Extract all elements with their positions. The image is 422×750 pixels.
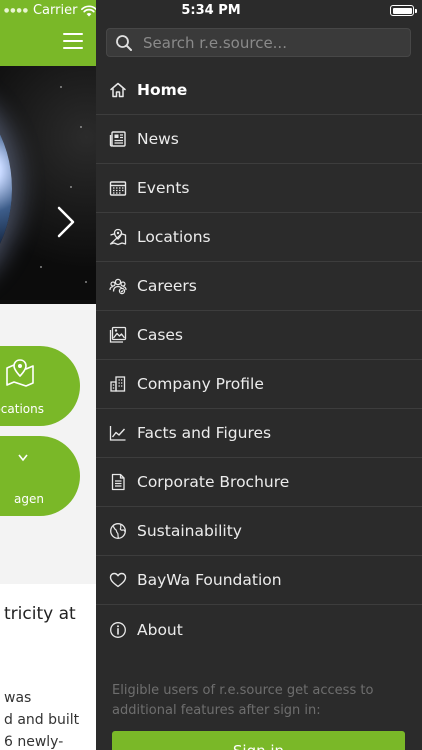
image-icon: [109, 326, 127, 343]
menu-item-events[interactable]: Events: [96, 164, 422, 213]
menu-item-about[interactable]: About: [96, 605, 422, 654]
earth-image: [0, 94, 12, 284]
home-icon: [110, 82, 126, 98]
menu-label: Company Profile: [137, 375, 264, 393]
menu-label: BayWa Foundation: [137, 571, 282, 589]
article-title: tricity at: [4, 604, 76, 624]
quick-link-locations[interactable]: ocations: [0, 346, 80, 426]
chevron-down-icon: [18, 454, 28, 462]
sign-in-button[interactable]: Sign in: [112, 731, 405, 750]
signal-icon: ●●●●: [4, 7, 29, 14]
signin-note: Eligible users of r.e.source get access …: [112, 683, 374, 718]
map-pin-icon: [6, 359, 34, 387]
background-app: ●●●● Carrier cations agen tricity at was…: [0, 0, 96, 750]
menu-item-sustainability[interactable]: Sustainability: [96, 507, 422, 556]
line-chart-icon: [109, 426, 126, 441]
menu-label: Cases: [137, 326, 184, 344]
carrier-label: Carrier: [32, 3, 78, 18]
menu-label: Home: [137, 81, 188, 99]
menu-label: Corporate Brochure: [137, 473, 290, 491]
menu-item-news[interactable]: News: [96, 115, 422, 164]
status-carrier: ●●●● Carrier: [4, 3, 96, 18]
menu-item-home[interactable]: Home: [96, 66, 422, 115]
menu-item-facts-and-figures[interactable]: Facts and Figures: [96, 409, 422, 458]
globe-icon: [110, 523, 126, 539]
app-header: ●●●● Carrier: [0, 0, 96, 66]
article-text-line: was: [4, 690, 32, 706]
navigation-drawer: 5:34 PM Home: [96, 0, 422, 750]
menu-label: Careers: [137, 277, 197, 295]
status-time: 5:34 PM: [181, 3, 241, 18]
calendar-icon: [109, 181, 127, 196]
quick-links: ocations agen: [0, 304, 96, 584]
wifi-icon: [81, 4, 96, 16]
drawer-menu: Home News Events Locations Careers Cases…: [96, 66, 422, 654]
hamburger-menu-icon[interactable]: [63, 33, 85, 51]
chevron-right-icon[interactable]: [55, 204, 77, 240]
menu-label: Facts and Figures: [137, 424, 272, 442]
menu-label: Locations: [137, 228, 211, 246]
article-text-line: 6 newly-: [4, 734, 64, 750]
document-icon: [111, 473, 125, 491]
newspaper-icon: [109, 131, 126, 147]
map-pin-icon: [109, 228, 127, 246]
menu-item-company-profile[interactable]: Company Profile: [96, 360, 422, 409]
building-icon: [110, 376, 126, 392]
article-text-line: d and built: [4, 712, 80, 728]
info-icon: [110, 621, 126, 638]
search-bar[interactable]: [106, 28, 411, 57]
hero-banner[interactable]: [0, 66, 96, 304]
menu-item-baywa-foundation[interactable]: BayWa Foundation: [96, 556, 422, 605]
menu-label: About: [137, 620, 183, 639]
menu-item-careers[interactable]: Careers: [96, 262, 422, 311]
quick-link-second[interactable]: agen: [0, 436, 80, 516]
menu-label: Sustainability: [137, 522, 242, 540]
search-input[interactable]: [143, 33, 403, 52]
menu-label: News: [137, 130, 179, 148]
screen: ●●●● Carrier cations agen tricity at was…: [0, 0, 422, 750]
battery-icon: [390, 5, 417, 16]
quick-link-label: ocations: [0, 402, 44, 416]
article-teaser[interactable]: tricity at was d and built 6 newly-: [0, 584, 96, 750]
menu-item-cases[interactable]: Cases: [96, 311, 422, 360]
menu-label: Events: [137, 179, 190, 197]
people-icon: [109, 278, 127, 295]
search-icon: [116, 34, 132, 51]
menu-item-corporate-brochure[interactable]: Corporate Brochure: [96, 458, 422, 507]
quick-link-label: agen: [14, 492, 44, 506]
menu-item-locations[interactable]: Locations: [96, 213, 422, 262]
heart-icon: [109, 572, 127, 588]
